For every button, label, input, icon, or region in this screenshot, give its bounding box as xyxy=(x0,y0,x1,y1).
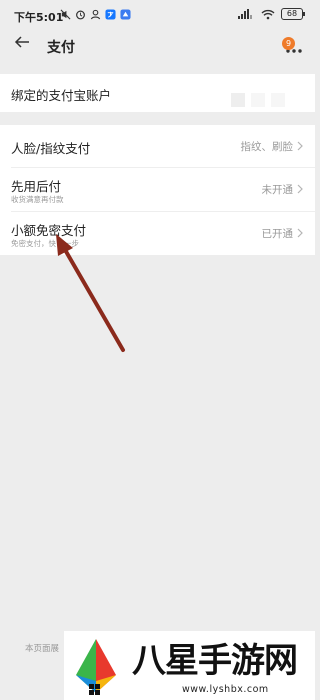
watermark-title: 八星手游网 xyxy=(132,641,298,681)
back-arrow-icon[interactable] xyxy=(14,34,30,50)
small-amount-pay-row[interactable]: 小额免密支付 免密支付，快 一步 已开通 xyxy=(0,212,315,255)
pay-later-label: 先用后付 xyxy=(11,179,62,194)
more-options-button[interactable]: 9 xyxy=(282,37,304,55)
status-bar: 下午5:01 68 xyxy=(0,0,315,28)
face-fingerprint-label: 人脸/指纹支付 xyxy=(11,141,91,156)
watermark-url: www.lyshbx.com xyxy=(182,684,269,695)
alipay-app-icon xyxy=(105,9,116,20)
small-amount-pay-label: 小额免密支付 xyxy=(11,223,87,238)
pay-later-subtitle: 收货满意再付款 xyxy=(11,195,64,204)
small-amount-pay-subtitle: 免密支付，快 一步 xyxy=(11,239,79,248)
mute-icon xyxy=(60,9,71,20)
account-avatar-placeholder xyxy=(231,93,245,107)
alarm-icon xyxy=(76,10,85,20)
status-system-icons: 68 xyxy=(238,8,305,20)
pay-later-row[interactable]: 先用后付 收货满意再付款 未开通 xyxy=(0,168,315,211)
face-fingerprint-row[interactable]: 人脸/指纹支付 指纹、刷脸 xyxy=(0,125,315,167)
chevron-right-icon xyxy=(297,184,303,194)
wifi-icon xyxy=(261,9,275,19)
chevron-right-icon xyxy=(297,141,303,151)
footer-text: 本页面展 xyxy=(25,644,60,654)
signal-icon xyxy=(238,9,252,19)
small-amount-pay-status: 已开通 xyxy=(261,228,294,240)
chevron-right-icon xyxy=(297,228,303,238)
site-logo-icon xyxy=(76,639,116,695)
face-fingerprint-value: 指纹、刷脸 xyxy=(240,141,294,153)
payment-methods-card: 人脸/指纹支付 指纹、刷脸 先用后付 收货满意再付款 未开通 小额免密支付 免密… xyxy=(0,125,315,255)
account-info-placeholder xyxy=(251,93,265,107)
app-icon-blue xyxy=(120,9,131,20)
account-info-placeholder xyxy=(271,93,285,107)
status-time: 下午5:01 xyxy=(14,11,64,24)
account-placeholder xyxy=(231,93,285,107)
battery-indicator: 68 xyxy=(281,8,305,20)
page-title: 支付 xyxy=(47,40,75,56)
notification-badge: 9 xyxy=(282,37,295,50)
status-notification-icons xyxy=(60,9,131,20)
app-icon xyxy=(90,9,101,20)
top-navigation: 支付 9 xyxy=(0,28,315,62)
site-watermark: 八星手游网 www.lyshbx.com xyxy=(64,631,315,700)
bound-account-row[interactable]: 绑定的支付宝账户 xyxy=(0,74,315,112)
bound-account-label: 绑定的支付宝账户 xyxy=(11,88,112,103)
pay-later-status: 未开通 xyxy=(261,184,294,196)
